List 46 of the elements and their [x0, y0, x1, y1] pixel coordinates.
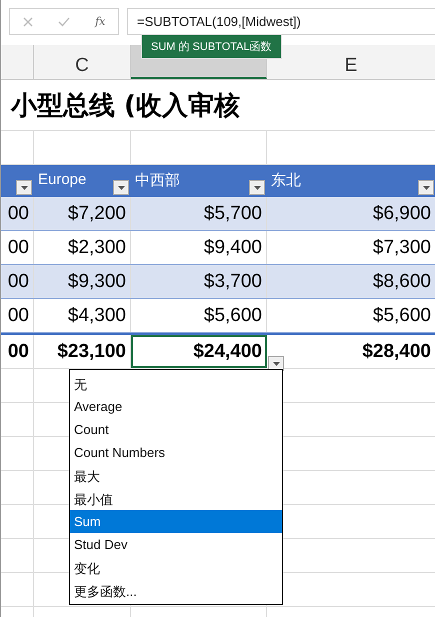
menu-item[interactable]: Sum — [70, 510, 282, 533]
menu-item[interactable]: Stud Dev — [70, 533, 282, 556]
menu-item[interactable]: Count — [70, 418, 282, 441]
column-heading: 东北 — [271, 171, 301, 190]
caret-icon — [422, 186, 430, 190]
caret-icon — [20, 186, 28, 190]
table-cell: 00 — [8, 202, 29, 224]
table-cell: $5,600 — [204, 304, 262, 326]
total-cell: $24,400 — [193, 340, 262, 362]
menu-item[interactable]: 最小值 — [70, 487, 282, 510]
table-cell: 00 — [8, 236, 29, 258]
filter-button[interactable] — [249, 180, 265, 195]
table-cell: $3,700 — [204, 270, 262, 292]
total-cell: $23,100 — [57, 340, 126, 362]
caret-icon — [254, 186, 260, 190]
total-cell: 00 — [8, 340, 29, 362]
table-cell: $9,300 — [68, 270, 126, 292]
table-cell: $7,300 — [372, 236, 431, 258]
table-cell: $5,700 — [204, 202, 262, 224]
filter-button[interactable] — [113, 180, 129, 195]
menu-item[interactable]: Average — [70, 395, 282, 418]
menu-item[interactable]: 更多函数... — [70, 579, 282, 602]
table-cell: 00 — [8, 304, 29, 326]
total-cell: $28,400 — [362, 340, 431, 362]
table-cell: $7,200 — [68, 202, 126, 224]
caret-icon — [272, 362, 280, 366]
insert-function-button[interactable]: fx — [95, 15, 106, 28]
table-cell: 00 — [8, 270, 29, 292]
column-heading: 中西部 — [135, 171, 180, 190]
filter-button[interactable] — [418, 180, 434, 195]
caret-icon — [118, 186, 124, 190]
table-cell: $6,900 — [372, 202, 431, 224]
column-heading: Europe — [38, 170, 86, 188]
table-cell: $8,600 — [372, 270, 431, 292]
menu-item[interactable]: 最大 — [70, 464, 282, 487]
table-cell: $9,400 — [204, 236, 262, 258]
tooltip: SUM 的 SUBTOTAL函数 — [141, 34, 282, 59]
table-cell: $4,300 — [68, 304, 126, 326]
menu-item[interactable]: 无 — [70, 372, 282, 395]
sheet-title: 小型总线 (收入审核 — [11, 90, 240, 122]
table-cell: $5,600 — [372, 304, 431, 326]
menu-item[interactable]: 变化 — [70, 556, 282, 579]
checkmark-icon[interactable] — [58, 16, 70, 26]
table-cell: $2,300 — [68, 236, 126, 258]
menu-item[interactable]: Count Numbers — [70, 441, 282, 464]
filter-button[interactable] — [16, 180, 32, 195]
